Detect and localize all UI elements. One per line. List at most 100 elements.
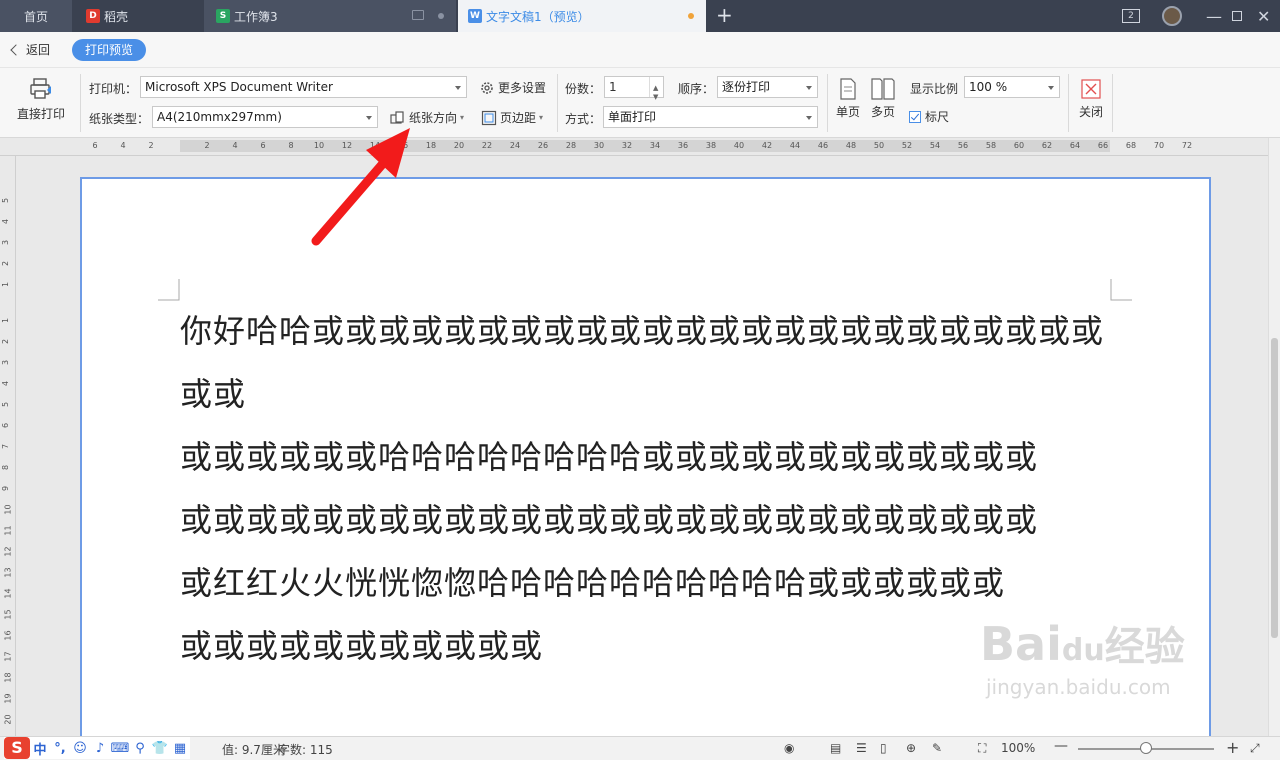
close-preview-button[interactable]: 关闭 [1076,78,1106,120]
back-button[interactable]: 返回 [10,41,50,58]
ime-user-icon[interactable]: ⚲ [130,741,150,756]
ruler-tick: 8 [288,141,294,150]
copies-value: 1 [609,80,617,94]
horizontal-ruler[interactable]: 6 4 2 2 4 6 8 10 12 14 16 18 20 22 24 26 28 30 32 34 36 38 40 4… [0,138,1268,156]
close-icon [1081,79,1101,99]
ruler-tick: 36 [677,141,689,150]
watermark-url: jingyan.baidu.com [986,675,1171,699]
tab-home[interactable]: 首页 [0,0,72,32]
printer-value: Microsoft XPS Document Writer [145,80,333,94]
ruler-tick: 10 [313,141,325,150]
margins-label: 页边距 [500,111,537,125]
ime-toolbar[interactable]: S 中 °, ☺ ♪ ⌨ ⚲ 👕 ▦ [4,737,190,759]
restore-button[interactable] [1232,0,1242,32]
document-body: 你好哈哈或或或或或或或或或或或或或或或或或或或或或或或或或或 或或或或或或哈哈哈… [180,300,1115,678]
orientation-button[interactable]: 纸张方向 ▾ [390,109,464,126]
vertical-ruler-tick: 19 [3,693,13,704]
ruler-tick: 34 [649,141,661,150]
direct-print-button[interactable]: 直接打印 [10,76,72,122]
eye-icon[interactable]: ◉ [784,741,794,755]
ruler-tick: 30 [593,141,605,150]
multi-page-icon [871,78,895,100]
ruler-tick: 6 [260,141,266,150]
document-line: 你好哈哈或或或或或或或或或或或或或或或或或或或或或或或或或或 [180,312,1105,413]
writer-icon: W [468,9,482,23]
ime-chinese-mode[interactable]: 中 [30,739,50,758]
ruler-tick: 12 [341,141,353,150]
window-count-icon[interactable]: 2 [1122,0,1140,32]
gear-icon [481,81,493,94]
more-settings-label: 更多设置 [498,81,547,95]
order-select[interactable]: 逐份打印 [717,76,818,98]
ruler-tick: 64 [1069,141,1081,150]
restore-icon [1232,11,1242,21]
vertical-ruler[interactable]: 5 4 3 2 1 1 2 3 4 5 6 7 8 9 10 11 12 13 14 15 16 17 18 19 20 [0,156,16,736]
printer-select[interactable]: Microsoft XPS Document Writer [140,76,467,98]
single-page-icon [840,78,856,100]
margins-button[interactable]: 页边距 ▾ [481,109,543,126]
vertical-ruler-tick: 20 [3,714,13,725]
tab-workbook[interactable]: S 工作簿3 [204,0,456,32]
zoom-out-icon[interactable]: — [1054,738,1068,754]
paper-type-select[interactable]: A4(210mmx297mm) [152,106,378,128]
tab-bar: 首页 D 稻壳 S 工作簿3 W 文字文稿1（预览） + 2 — ✕ [0,0,1280,32]
tab-docer[interactable]: D 稻壳 [74,0,202,32]
ruler-checkbox[interactable]: 标尺 [909,108,949,125]
zoom-select[interactable]: 100 % [964,76,1060,98]
ime-toolbox-icon[interactable]: ▦ [170,741,190,756]
close-label: 关闭 [1078,105,1103,119]
read-view-icon[interactable]: ▯ [880,741,887,755]
vertical-ruler-tick: 17 [3,651,13,662]
single-page-button[interactable]: 单页 [834,78,862,120]
printer-icon [30,78,51,99]
print-preview-tab[interactable]: 打印预览 [72,39,146,61]
vertical-ruler-tick: 5 [1,197,11,204]
vertical-ruler-tick: 12 [3,546,13,557]
vertical-ruler-tick: 10 [3,504,13,515]
outline-view-icon[interactable]: ☰ [856,741,867,755]
pen-icon[interactable]: ✎ [932,741,942,755]
web-view-icon[interactable]: ⊕ [906,741,916,755]
vertical-ruler-tick: 11 [3,525,13,536]
ruler-tick: 58 [985,141,997,150]
document-line: 或或或或或或或或或或或或或或或或或或或或或或或或或或 [180,501,1039,539]
fullscreen-icon[interactable]: ⤢ [1250,741,1260,756]
more-settings-button[interactable]: 更多设置 [479,79,546,96]
fit-page-icon[interactable]: ⛶ [978,741,986,756]
multi-page-label: 多页 [870,105,895,119]
zoom-slider-handle[interactable] [1140,742,1152,754]
tab-document[interactable]: W 文字文稿1（预览） [458,0,706,32]
ruler-tick: 48 [845,141,857,150]
ime-skin-icon[interactable]: 👕 [150,741,170,756]
vertical-ruler-tick: 15 [3,609,13,620]
ime-punctuation-icon[interactable]: °, [50,741,70,756]
ime-voice-icon[interactable]: ♪ [90,741,110,756]
document-line: 或红红火火恍恍惚惚哈哈哈哈哈哈哈哈哈哈或或或或或或 [180,564,1006,602]
page-view-icon[interactable]: ▤ [830,741,841,755]
avatar[interactable] [1162,0,1182,32]
ruler-tick: 2 [148,141,154,150]
new-tab-plus-icon[interactable]: + [716,4,733,26]
decrement-icon[interactable]: ▼ [653,87,658,107]
ruler-tick: 54 [929,141,941,150]
ime-keyboard-icon[interactable]: ⌨ [110,741,130,756]
preview-header: 返回 打印预览 [0,32,1280,68]
ruler-label: 标尺 [925,110,950,124]
vertical-ruler-tick: 4 [1,380,11,387]
vertical-ruler-tick: 1 [1,281,11,288]
minimize-button[interactable]: — [1206,0,1222,32]
mode-select[interactable]: 单面打印 [603,106,818,128]
zoom-status[interactable]: 100% [1001,741,1035,755]
ime-emoji-icon[interactable]: ☺ [70,741,90,756]
ruler-tick: 26 [537,141,549,150]
close-window-button[interactable]: ✕ [1257,0,1270,32]
multi-page-button[interactable]: 多页 [868,78,898,120]
vertical-ruler-tick: 18 [3,672,13,683]
ruler-tick: 72 [1181,141,1193,150]
copies-stepper[interactable]: 1 ▲ ▼ [604,76,664,101]
single-page-label: 单页 [835,105,860,119]
ruler-tick: 46 [817,141,829,150]
scrollbar-thumb[interactable] [1271,338,1278,638]
zoom-in-icon[interactable]: + [1226,738,1239,757]
vertical-scrollbar[interactable] [1268,138,1280,736]
